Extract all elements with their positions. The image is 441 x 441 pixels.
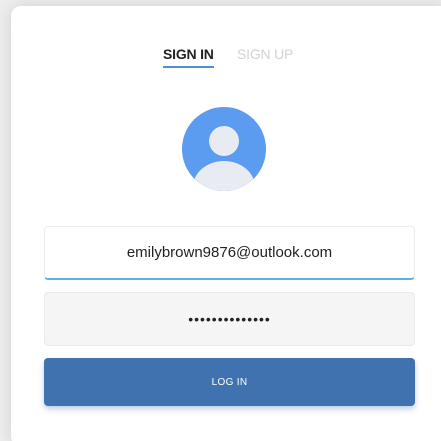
tab-sign-up[interactable]: SIGN UP <box>237 46 293 62</box>
auth-tabs: SIGN IN SIGN UP <box>0 46 441 70</box>
login-button[interactable]: LOG IN <box>44 358 415 406</box>
email-field[interactable] <box>44 226 415 280</box>
password-field[interactable] <box>44 292 415 346</box>
tab-sign-in[interactable]: SIGN IN <box>163 46 214 68</box>
user-avatar-icon <box>182 107 266 191</box>
login-page: SIGN IN SIGN UP LOG IN <box>0 0 441 441</box>
